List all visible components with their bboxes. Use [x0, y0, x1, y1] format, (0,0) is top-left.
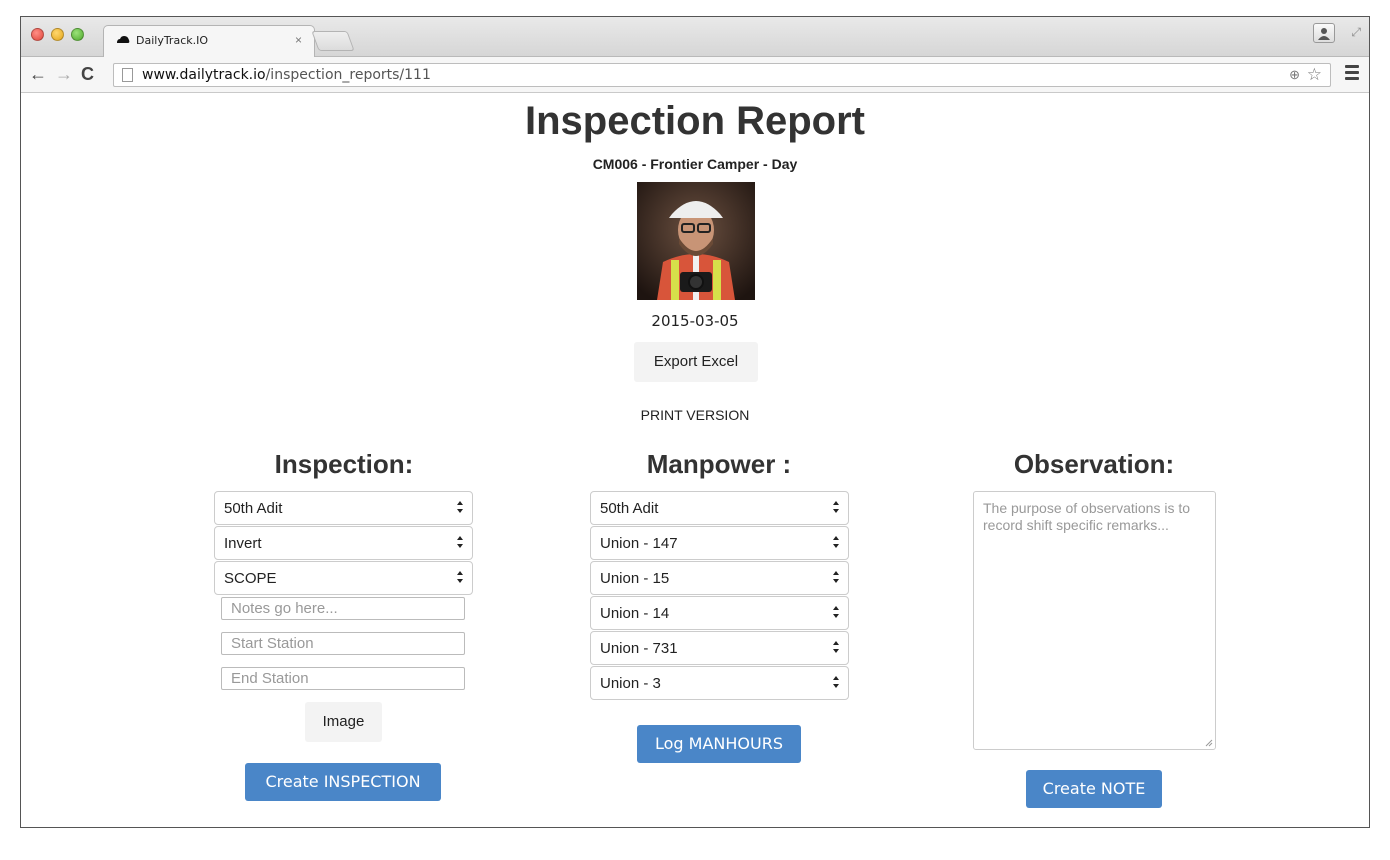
- select-arrows-icon: [833, 571, 839, 583]
- minimize-traffic-icon[interactable]: [51, 28, 64, 41]
- select-value: Union - 15: [600, 570, 670, 587]
- manpower-union-select[interactable]: Union - 147: [590, 526, 849, 560]
- select-value: Union - 731: [600, 640, 678, 657]
- reload-icon[interactable]: C: [81, 64, 94, 84]
- address-bar[interactable]: www.dailytrack.io/inspection_reports/111…: [113, 63, 1331, 87]
- select-value: SCOPE: [224, 570, 277, 587]
- select-value: Invert: [224, 535, 262, 552]
- end-station-placeholder: End Station: [231, 670, 309, 687]
- select-arrows-icon: [833, 676, 839, 688]
- print-version-link[interactable]: PRINT VERSION: [21, 407, 1369, 423]
- page-title: Inspection Report: [524, 99, 866, 143]
- zoom-traffic-icon[interactable]: [71, 28, 84, 41]
- tab-close-icon[interactable]: ×: [295, 33, 302, 47]
- manpower-union-select[interactable]: Union - 731: [590, 631, 849, 665]
- cloud-favicon-icon: [117, 36, 130, 43]
- select-value: Union - 3: [600, 675, 661, 692]
- inspection-area-select[interactable]: Invert: [214, 526, 473, 560]
- browser-toolbar: ← → C www.dailytrack.io/inspection_repor…: [21, 57, 1369, 93]
- select-arrows-icon: [833, 501, 839, 513]
- avatar: [637, 182, 755, 300]
- inspection-type-select[interactable]: SCOPE: [214, 561, 473, 595]
- select-arrows-icon: [457, 571, 463, 583]
- observation-textarea[interactable]: The purpose of observations is to record…: [973, 491, 1216, 750]
- log-manhours-button[interactable]: Log MANHOURS: [637, 725, 801, 763]
- image-button[interactable]: Image: [305, 702, 382, 742]
- browser-window: DailyTrack.IO × ⤢ ← → C www.dailytrack.i…: [20, 16, 1370, 828]
- select-arrows-icon: [833, 536, 839, 548]
- inspection-heading: Inspection:: [274, 449, 414, 479]
- url-text[interactable]: www.dailytrack.io/inspection_reports/111: [142, 67, 431, 83]
- select-arrows-icon: [457, 501, 463, 513]
- export-excel-button[interactable]: Export Excel: [634, 342, 758, 382]
- back-arrow-icon[interactable]: ←: [29, 64, 47, 84]
- select-arrows-icon: [833, 606, 839, 618]
- notes-placeholder: Notes go here...: [231, 600, 338, 617]
- inspection-location-select[interactable]: 50th Adit: [214, 491, 473, 525]
- manpower-location-select[interactable]: 50th Adit: [590, 491, 849, 525]
- url-host: www.dailytrack.io: [142, 67, 266, 83]
- start-station-input[interactable]: Start Station: [221, 632, 465, 655]
- tab-strip: DailyTrack.IO × ⤢: [21, 17, 1369, 57]
- manpower-union-select[interactable]: Union - 15: [590, 561, 849, 595]
- profile-icon[interactable]: [1313, 23, 1335, 43]
- url-path: /inspection_reports/111: [265, 67, 431, 83]
- manpower-heading: Manpower :: [646, 449, 792, 479]
- star-icon[interactable]: ☆: [1307, 65, 1322, 85]
- close-traffic-icon[interactable]: [31, 28, 44, 41]
- browser-tab[interactable]: DailyTrack.IO ×: [103, 25, 315, 57]
- zoom-icon[interactable]: ⊕: [1289, 67, 1300, 83]
- new-tab-button[interactable]: [311, 31, 355, 51]
- fullscreen-icon[interactable]: ⤢: [1351, 25, 1361, 40]
- notes-input[interactable]: Notes go here...: [221, 597, 465, 620]
- report-date: 2015-03-05: [651, 312, 739, 330]
- manpower-union-select[interactable]: Union - 14: [590, 596, 849, 630]
- manpower-union-select[interactable]: Union - 3: [590, 666, 849, 700]
- select-value: Union - 14: [600, 605, 670, 622]
- end-station-input[interactable]: End Station: [221, 667, 465, 690]
- select-arrows-icon: [457, 536, 463, 548]
- page-icon: [122, 68, 133, 82]
- observation-heading: Observation:: [1013, 449, 1175, 479]
- create-inspection-button[interactable]: Create INSPECTION: [245, 763, 441, 801]
- page-content: Inspection Report CM006 - Frontier Campe…: [21, 94, 1369, 827]
- resize-grip-icon[interactable]: [1205, 739, 1213, 747]
- create-note-button[interactable]: Create NOTE: [1026, 770, 1162, 808]
- forward-arrow-icon[interactable]: →: [55, 64, 73, 84]
- start-station-placeholder: Start Station: [231, 635, 314, 652]
- select-value: Union - 147: [600, 535, 678, 552]
- select-value: 50th Adit: [224, 500, 283, 517]
- report-subtitle: CM006 - Frontier Camper - Day: [592, 156, 798, 172]
- select-arrows-icon: [833, 641, 839, 653]
- menu-icon[interactable]: [1345, 65, 1359, 83]
- select-value: 50th Adit: [600, 500, 659, 517]
- tab-title: DailyTrack.IO: [136, 34, 209, 47]
- observation-placeholder: The purpose of observations is to record…: [983, 500, 1191, 533]
